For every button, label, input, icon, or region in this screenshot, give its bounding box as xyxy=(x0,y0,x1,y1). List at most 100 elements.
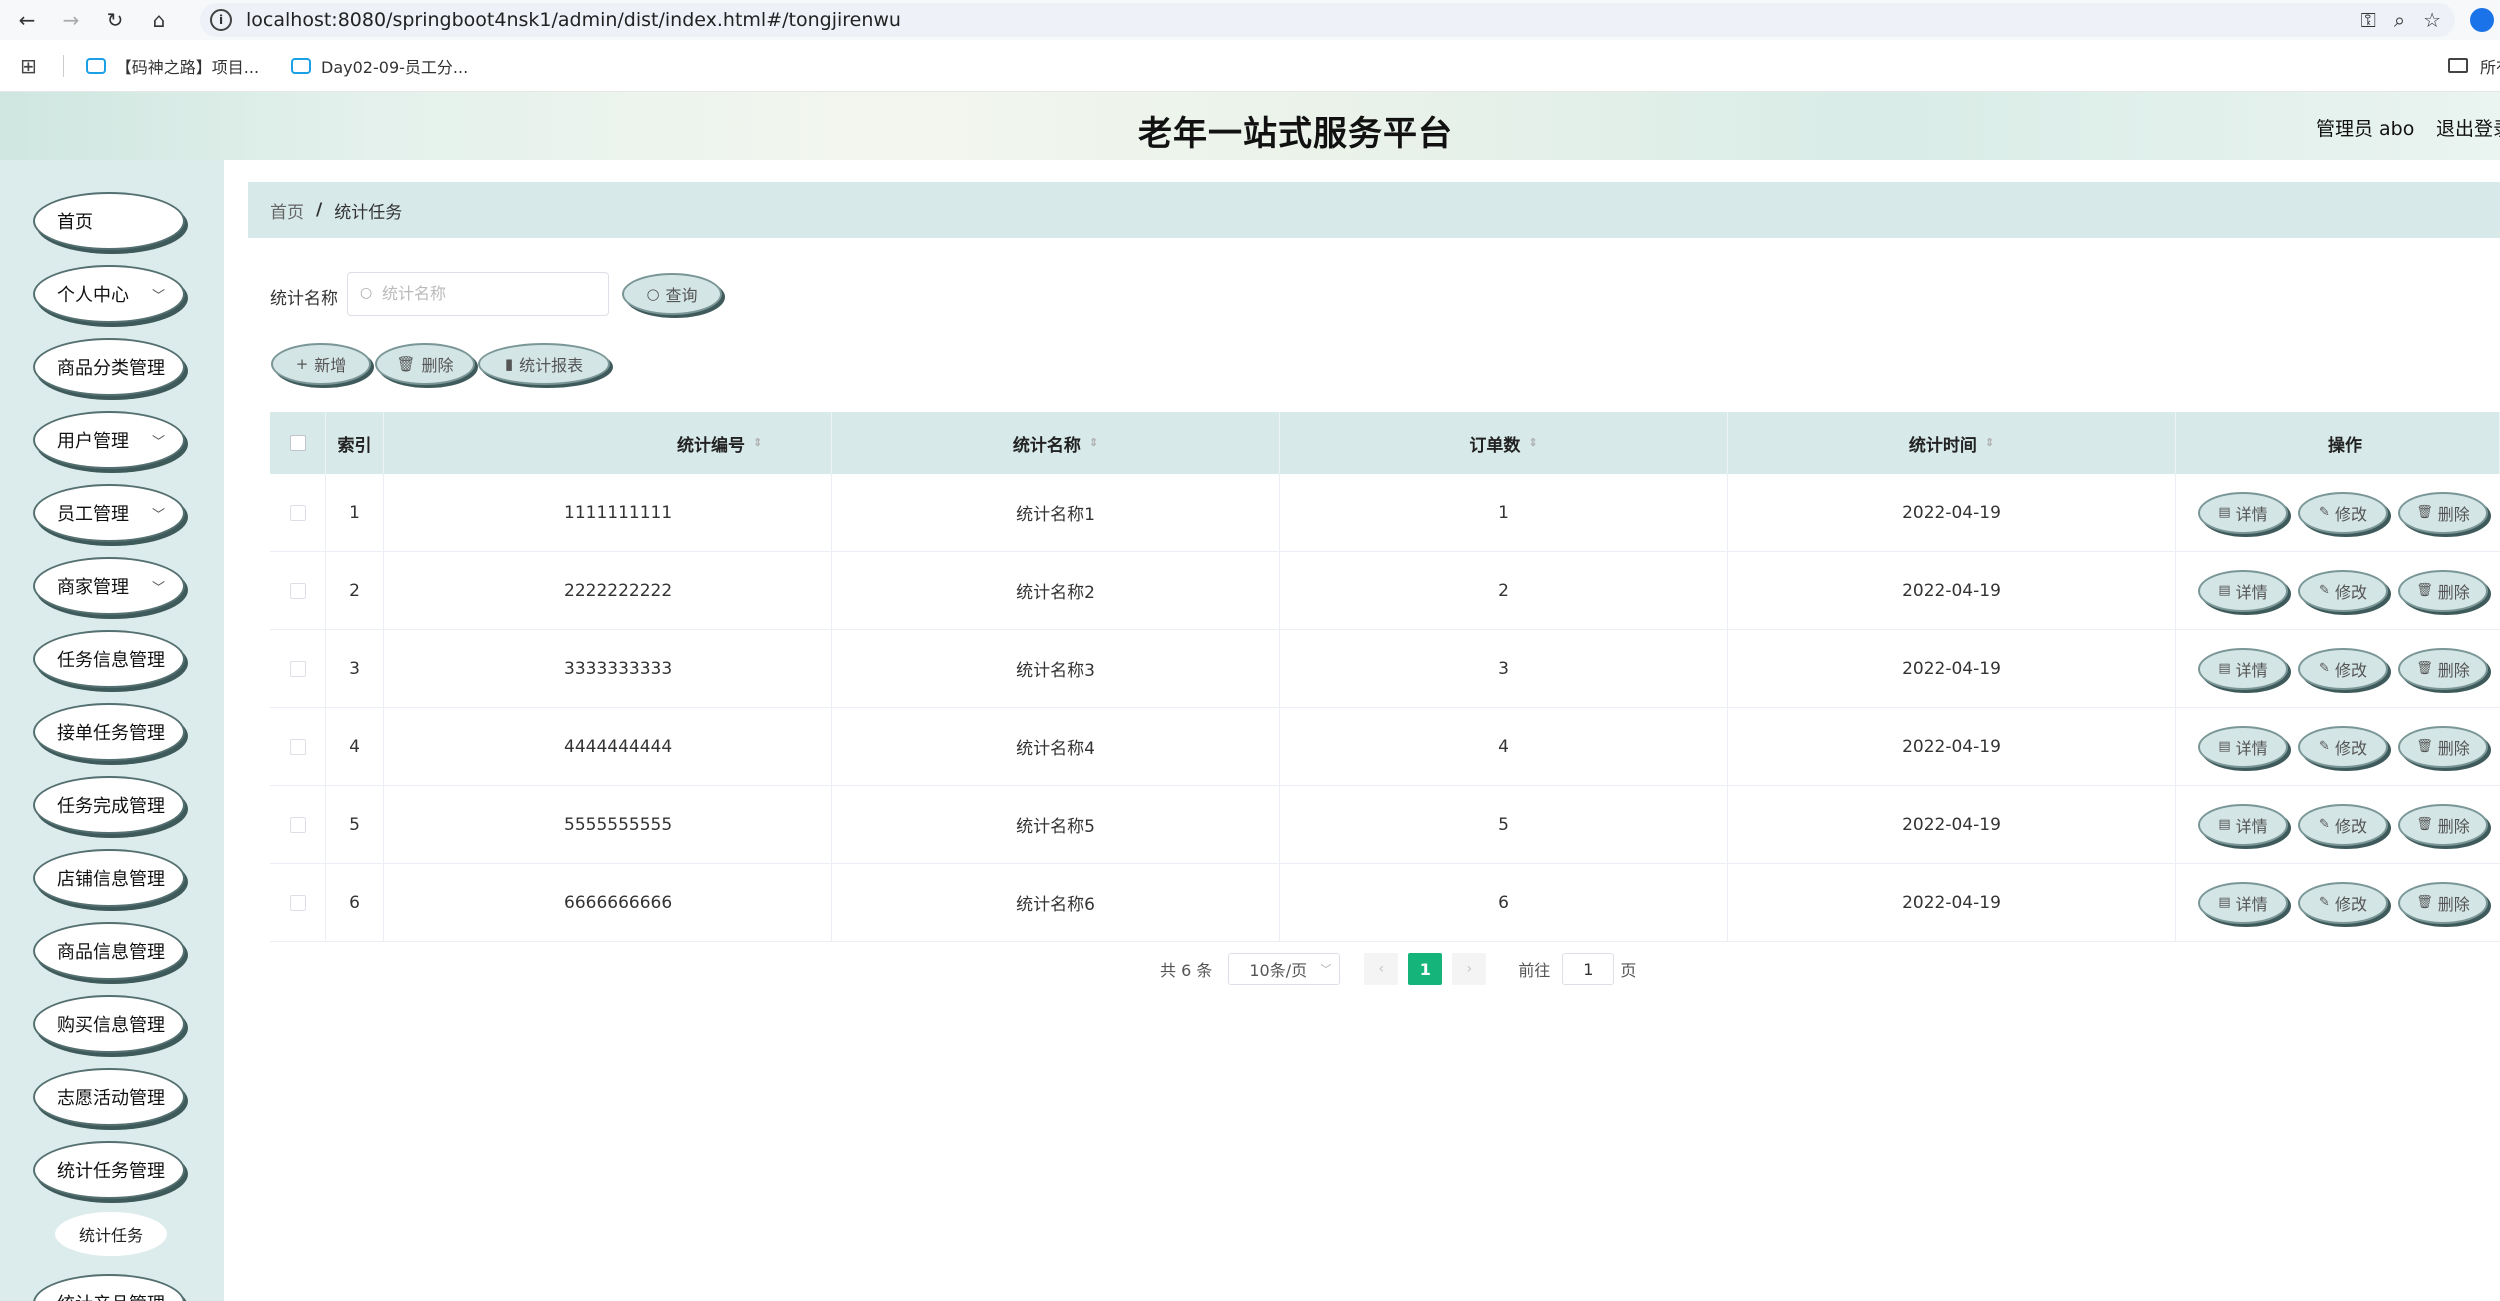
logout-link[interactable]: 退出登录 xyxy=(2436,114,2500,141)
detail-button[interactable]: ▤ 详情 xyxy=(2198,725,2288,768)
row-checkbox[interactable] xyxy=(289,582,306,599)
edit-button[interactable]: ✎ 修改 xyxy=(2298,569,2388,612)
sort-icon[interactable]: ⇕ xyxy=(1089,437,1098,448)
reload-icon[interactable]: ↻ xyxy=(98,3,132,37)
detail-button[interactable]: ▤ 详情 xyxy=(2198,491,2288,534)
header-count[interactable]: 订单数 ⇕ xyxy=(1280,412,1728,474)
sidebar-item-purchase-info[interactable]: 购买信息管理 xyxy=(33,995,185,1053)
sidebar-item-label: 志愿活动管理 xyxy=(57,1088,165,1109)
header-code[interactable]: 统计编号 ⇕ xyxy=(384,412,832,474)
row-checkbox[interactable] xyxy=(289,660,306,677)
detail-button[interactable]: ▤ 详情 xyxy=(2198,881,2288,924)
page-size-select[interactable]: 10条/页 ﹀ xyxy=(1228,953,1341,985)
edit-button[interactable]: ✎ 修改 xyxy=(2298,491,2388,534)
back-icon[interactable]: ← xyxy=(10,3,44,37)
header-name[interactable]: 统计名称 ⇕ xyxy=(832,412,1280,474)
bar-chart-icon: ▮ xyxy=(504,355,514,373)
row-checkbox[interactable] xyxy=(289,816,306,833)
cell-count: 1 xyxy=(1280,474,1728,551)
page-number-current[interactable]: 1 xyxy=(1408,953,1443,985)
bookmark-item[interactable]: Day02-09-员工分... xyxy=(291,54,468,78)
header-code-label: 统计编号 xyxy=(677,435,745,456)
sidebar-item-profile[interactable]: 个人中心 ﹀ xyxy=(33,265,185,323)
add-button[interactable]: + 新增 xyxy=(271,343,371,385)
cell-time: 2022-04-19 xyxy=(1728,552,2176,629)
chevron-down-icon: ﹀ xyxy=(1320,963,1332,976)
edit-button[interactable]: ✎ 修改 xyxy=(2298,881,2388,924)
row-checkbox[interactable] xyxy=(289,894,306,911)
sidebar-item-staff[interactable]: 员工管理 ﹀ xyxy=(33,484,185,542)
sort-icon[interactable]: ⇕ xyxy=(1985,437,1994,448)
cell-index: 3 xyxy=(326,630,384,707)
forward-icon[interactable]: → xyxy=(54,3,88,37)
key-icon[interactable]: ⚿ xyxy=(2361,8,2376,32)
star-icon[interactable]: ☆ xyxy=(2423,8,2441,32)
search-field[interactable]: ○ xyxy=(347,272,609,316)
sort-icon[interactable]: ⇕ xyxy=(753,437,762,448)
header-count-label: 订单数 xyxy=(1469,435,1521,456)
table-row: 3 3333333333 统计名称3 3 2022-04-19 ▤ 详情 ✎ 修改 🗑 删除 xyxy=(270,630,2500,708)
sort-icon[interactable]: ⇕ xyxy=(1528,437,1537,448)
sidebar-item-shop-info[interactable]: 店铺信息管理 xyxy=(33,849,185,907)
delete-row-button[interactable]: 🗑 删除 xyxy=(2398,491,2488,534)
detail-button[interactable]: ▤ 详情 xyxy=(2198,647,2288,690)
header-checkbox-cell xyxy=(270,412,326,474)
sidebar-subitem-stat-task[interactable]: 统计任务 xyxy=(55,1212,167,1256)
edit-button[interactable]: ✎ 修改 xyxy=(2298,803,2388,846)
delete-row-button[interactable]: 🗑 删除 xyxy=(2398,803,2488,846)
sidebar-item-product-info[interactable]: 商品信息管理 xyxy=(33,922,185,980)
sidebar-item-task-info[interactable]: 任务信息管理 xyxy=(33,630,185,688)
address-bar[interactable]: i localhost:8080/springboot4nsk1/admin/d… xyxy=(200,3,2455,37)
trash-icon: 🗑 xyxy=(2416,661,2433,676)
site-info-icon[interactable]: i xyxy=(210,9,232,31)
row-checkbox-cell xyxy=(270,552,326,629)
profile-icon[interactable] xyxy=(2470,8,2494,32)
apps-grid-icon[interactable]: ⊞ xyxy=(20,54,37,78)
query-button[interactable]: ○ 查询 xyxy=(622,273,722,315)
detail-button[interactable]: ▤ 详情 xyxy=(2198,569,2288,612)
chevron-down-icon: ﹀ xyxy=(151,507,165,523)
trash-icon: 🗑 xyxy=(2416,817,2433,832)
edit-button[interactable]: ✎ 修改 xyxy=(2298,647,2388,690)
sidebar-item-stat-product[interactable]: 统计产品管理 xyxy=(33,1274,185,1301)
edit-button-label: 修改 xyxy=(2334,660,2367,680)
sidebar-item-home[interactable]: 首页 xyxy=(33,192,185,250)
delete-button[interactable]: 🗑 删除 xyxy=(375,343,475,385)
sidebar-item-label: 购买信息管理 xyxy=(57,1015,165,1036)
row-checkbox[interactable] xyxy=(289,738,306,755)
sidebar-item-users[interactable]: 用户管理 ﹀ xyxy=(33,411,185,469)
delete-row-button[interactable]: 🗑 删除 xyxy=(2398,881,2488,924)
delete-row-button[interactable]: 🗑 删除 xyxy=(2398,725,2488,768)
delete-row-button-label: 删除 xyxy=(2437,660,2470,680)
report-button[interactable]: ▮ 统计报表 xyxy=(478,343,610,385)
delete-row-button[interactable]: 🗑 删除 xyxy=(2398,647,2488,690)
next-page-button[interactable]: › xyxy=(1452,953,1487,985)
delete-row-button-label: 删除 xyxy=(2437,738,2470,758)
select-all-checkbox[interactable] xyxy=(289,435,306,451)
bookmark-item[interactable]: 【码神之路】项目... xyxy=(85,54,259,78)
sidebar-item-stat-task[interactable]: 统计任务管理 xyxy=(33,1141,185,1199)
row-checkbox[interactable] xyxy=(289,504,306,521)
header-time[interactable]: 统计时间 ⇕ xyxy=(1728,412,2176,474)
row-checkbox-cell xyxy=(270,864,326,941)
goto-page-input[interactable]: 1 xyxy=(1562,953,1615,985)
all-bookmarks[interactable]: 所有 xyxy=(2448,54,2500,78)
sidebar-item-volunteer[interactable]: 志愿活动管理 xyxy=(33,1068,185,1126)
sidebar-item-task-complete[interactable]: 任务完成管理 xyxy=(33,776,185,834)
cell-code: 4444444444 xyxy=(384,708,832,785)
prev-page-button[interactable]: ‹ xyxy=(1364,953,1399,985)
sidebar-item-category[interactable]: 商品分类管理 xyxy=(33,338,185,396)
sidebar-item-merchants[interactable]: 商家管理 ﹀ xyxy=(33,557,185,615)
search-input[interactable] xyxy=(382,273,582,313)
edit-button[interactable]: ✎ 修改 xyxy=(2298,725,2388,768)
cell-name: 统计名称1 xyxy=(832,474,1280,551)
document-icon: ▤ xyxy=(2218,583,2231,598)
cell-time: 2022-04-19 xyxy=(1728,786,2176,863)
delete-row-button[interactable]: 🗑 删除 xyxy=(2398,569,2488,612)
breadcrumb-home[interactable]: 首页 xyxy=(270,198,304,223)
home-icon[interactable]: ⌂ xyxy=(142,3,176,37)
edit-button-label: 修改 xyxy=(2334,816,2367,836)
detail-button[interactable]: ▤ 详情 xyxy=(2198,803,2288,846)
zoom-icon[interactable]: ⌕ xyxy=(2394,8,2405,32)
sidebar-item-task-accept[interactable]: 接单任务管理 xyxy=(33,703,185,761)
